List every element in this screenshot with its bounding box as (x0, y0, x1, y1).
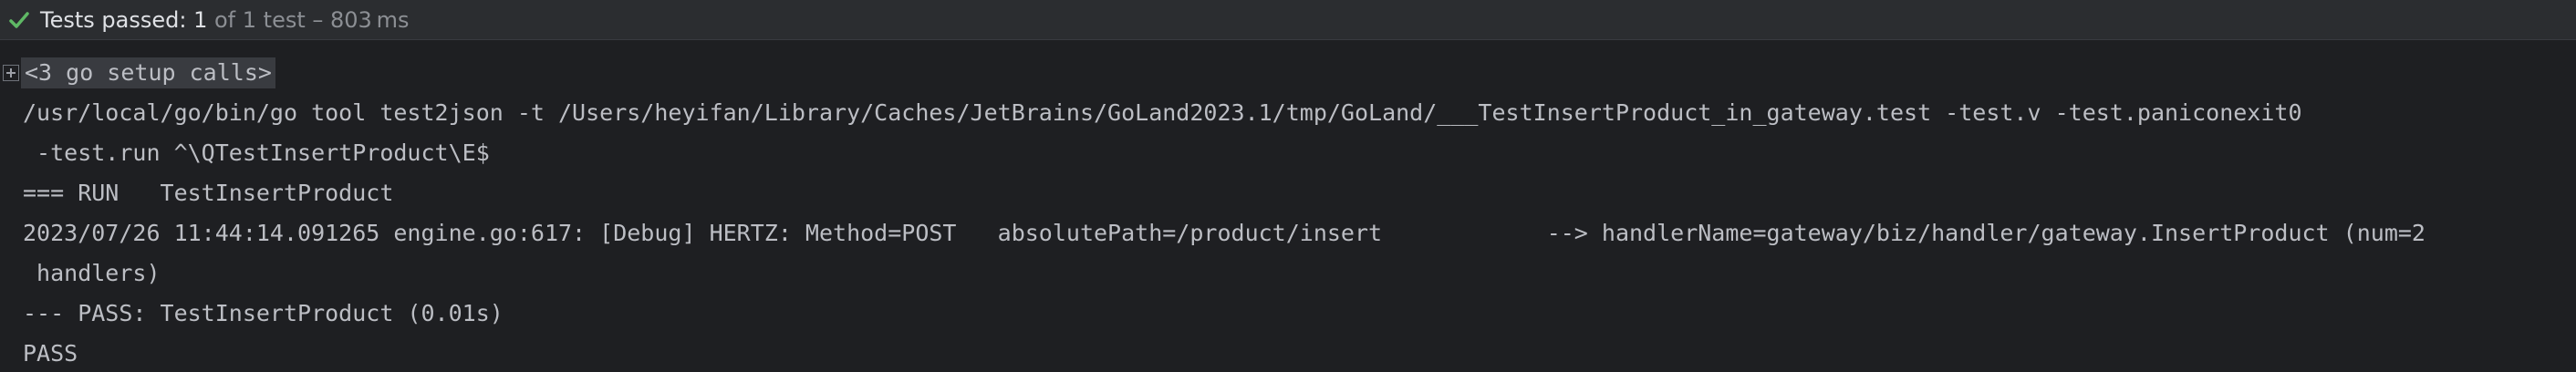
console-line-command-continued: -test.run ^\QTestInsertProduct\E$ (23, 140, 490, 166)
console-line-run: === RUN TestInsertProduct (23, 180, 394, 206)
tests-passed-count: 1 (193, 6, 208, 33)
test-status-bar: Tests passed: 1 of 1 test – 803 ms (0, 0, 2576, 40)
console-line-command: /usr/local/go/bin/go tool test2json -t /… (23, 99, 2302, 126)
setup-calls-fold[interactable]: <3 go setup calls> (0, 53, 275, 93)
plus-box-icon[interactable] (3, 65, 19, 81)
check-icon (7, 8, 31, 32)
console-output[interactable]: <3 go setup calls> /usr/local/go/bin/go … (0, 40, 2576, 372)
console-line-pass: PASS (23, 340, 78, 367)
setup-calls-fold-label[interactable]: <3 go setup calls> (21, 57, 275, 88)
console-line-pass-test: --- PASS: TestInsertProduct (0.01s) (23, 300, 504, 326)
console-line-debug: 2023/07/26 11:44:14.091265 engine.go:617… (23, 220, 2425, 246)
tests-passed-label: Tests passed: (40, 6, 187, 33)
tests-passed-detail: of 1 test – 803 ms (214, 6, 410, 33)
console-line-debug-continued: handlers) (23, 260, 161, 286)
